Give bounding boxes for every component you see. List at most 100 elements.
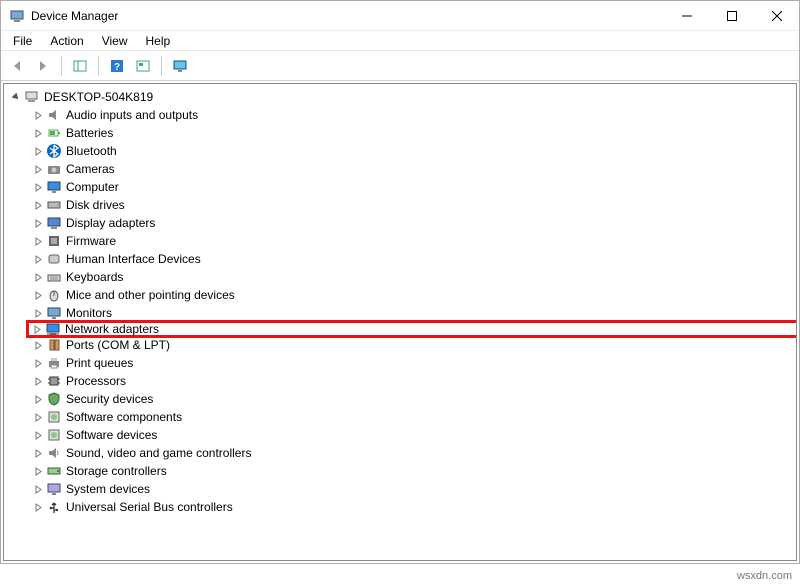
tree-item[interactable]: Processors: [30, 372, 796, 390]
tree-item-label: Sound, video and game controllers: [66, 446, 251, 460]
mouse-icon: [46, 287, 62, 303]
minimize-button[interactable]: [664, 1, 709, 30]
tree-item[interactable]: Batteries: [30, 124, 796, 142]
tree-item[interactable]: Keyboards: [30, 268, 796, 286]
expander-icon[interactable]: [32, 501, 44, 513]
tree-item-label: Security devices: [66, 392, 153, 406]
tree-item-label: Ports (COM & LPT): [66, 338, 170, 352]
expander-icon[interactable]: [32, 357, 44, 369]
tree-item[interactable]: Universal Serial Bus controllers: [30, 498, 796, 516]
tree-content[interactable]: DESKTOP-504K819 Audio inputs and outputs…: [3, 83, 797, 561]
tree-item-label: Firmware: [66, 234, 116, 248]
toolbar-separator: [61, 56, 62, 76]
tree-item-label: Computer: [66, 180, 119, 194]
system-icon: [46, 481, 62, 497]
tree-item[interactable]: Computer: [30, 178, 796, 196]
tree-item[interactable]: Human Interface Devices: [30, 250, 796, 268]
tree-item[interactable]: Cameras: [30, 160, 796, 178]
back-button[interactable]: [5, 54, 29, 78]
toolbar-separator: [161, 56, 162, 76]
device-manager-window: Device Manager File Action View Help: [0, 0, 800, 564]
tree-item-label: Audio inputs and outputs: [66, 108, 198, 122]
expander-icon[interactable]: [32, 483, 44, 495]
firmware-icon: [46, 233, 62, 249]
bluetooth-icon: [46, 143, 62, 159]
tree-item[interactable]: Audio inputs and outputs: [30, 106, 796, 124]
expander-icon[interactable]: [32, 429, 44, 441]
tree-item-label: Disk drives: [66, 198, 125, 212]
battery-icon: [46, 125, 62, 141]
close-button[interactable]: [754, 1, 799, 30]
tree-item[interactable]: Ports (COM & LPT): [30, 336, 796, 354]
tree-item[interactable]: Mice and other pointing devices: [30, 286, 796, 304]
scan-hardware-button[interactable]: [131, 54, 155, 78]
tree-item[interactable]: Firmware: [30, 232, 796, 250]
show-hide-console-button[interactable]: [68, 54, 92, 78]
expander-icon[interactable]: [32, 127, 44, 139]
expander-icon[interactable]: [32, 181, 44, 193]
expander-icon[interactable]: [32, 289, 44, 301]
expander-icon[interactable]: [32, 109, 44, 121]
software-icon: [46, 409, 62, 425]
expander-icon[interactable]: [32, 163, 44, 175]
expander-icon[interactable]: [32, 235, 44, 247]
expander-icon[interactable]: [32, 393, 44, 405]
expander-icon[interactable]: [32, 307, 44, 319]
hid-icon: [46, 251, 62, 267]
tree-item-label: Bluetooth: [66, 144, 117, 158]
tree-item-label: Cameras: [66, 162, 115, 176]
tree-item-label: Software components: [66, 410, 182, 424]
expander-icon[interactable]: [10, 91, 22, 103]
tree-item-label: Universal Serial Bus controllers: [66, 500, 233, 514]
usb-icon: [46, 499, 62, 515]
tree-item-label: System devices: [66, 482, 150, 496]
app-icon: [9, 8, 25, 24]
menu-file[interactable]: File: [5, 32, 40, 50]
tree-root-node[interactable]: DESKTOP-504K819: [8, 88, 796, 106]
help-button[interactable]: ?: [105, 54, 129, 78]
printer-icon: [46, 355, 62, 371]
expander-icon[interactable]: [32, 217, 44, 229]
window-title: Device Manager: [31, 9, 664, 23]
tree-item-label: Storage controllers: [66, 464, 167, 478]
tree-item[interactable]: Bluetooth: [30, 142, 796, 160]
tree-item[interactable]: Software components: [30, 408, 796, 426]
expander-icon[interactable]: [32, 271, 44, 283]
tree-item[interactable]: Security devices: [30, 390, 796, 408]
tree-item[interactable]: Software devices: [30, 426, 796, 444]
monitor-button[interactable]: [168, 54, 192, 78]
tree-item[interactable]: Display adapters: [30, 214, 796, 232]
expander-icon[interactable]: [32, 465, 44, 477]
tree-item-label: Software devices: [66, 428, 157, 442]
sound-icon: [46, 445, 62, 461]
disk-icon: [46, 197, 62, 213]
menu-view[interactable]: View: [94, 32, 136, 50]
port-icon: [46, 337, 62, 353]
expander-icon[interactable]: [32, 253, 44, 265]
tree-item[interactable]: Disk drives: [30, 196, 796, 214]
expander-icon[interactable]: [32, 447, 44, 459]
expander-icon[interactable]: [32, 411, 44, 423]
forward-button[interactable]: [31, 54, 55, 78]
software-icon: [46, 427, 62, 443]
titlebar[interactable]: Device Manager: [1, 1, 799, 31]
window-controls: [664, 1, 799, 30]
expander-icon[interactable]: [32, 375, 44, 387]
tree-item[interactable]: Sound, video and game controllers: [30, 444, 796, 462]
expander-icon[interactable]: [32, 339, 44, 351]
menu-help[interactable]: Help: [138, 32, 179, 50]
maximize-button[interactable]: [709, 1, 754, 30]
tree-item[interactable]: Print queues: [30, 354, 796, 372]
computer-icon: [24, 89, 40, 105]
tree-item-label: Keyboards: [66, 270, 123, 284]
tree-item-label: Processors: [66, 374, 126, 388]
tree-item[interactable]: Storage controllers: [30, 462, 796, 480]
expander-icon[interactable]: [32, 199, 44, 211]
monitor-icon: [46, 305, 62, 321]
expander-icon[interactable]: [31, 323, 43, 335]
expander-icon[interactable]: [32, 145, 44, 157]
menu-action[interactable]: Action: [42, 32, 91, 50]
tree-item-label: Display adapters: [66, 216, 155, 230]
tree-item[interactable]: System devices: [30, 480, 796, 498]
tree-root-label: DESKTOP-504K819: [44, 90, 153, 104]
